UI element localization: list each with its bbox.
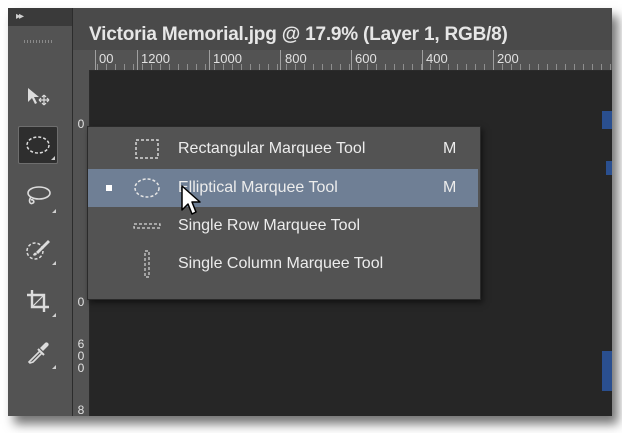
collapse-panel-icon[interactable]: ▸▸ bbox=[16, 8, 24, 26]
ruler-label: 00 bbox=[99, 51, 114, 66]
tool-crop[interactable] bbox=[18, 282, 58, 320]
single-row-marquee-icon bbox=[133, 223, 161, 229]
tool-lasso[interactable] bbox=[18, 178, 58, 216]
horizontal-ruler[interactable]: 00 1200 1000 800 600 400 200 bbox=[89, 50, 612, 71]
mouse-pointer-icon bbox=[181, 185, 201, 215]
menu-item-label: Rectangular Marquee Tool bbox=[178, 140, 366, 157]
ruler-label: 1200 bbox=[141, 51, 170, 66]
ruler-origin[interactable] bbox=[73, 50, 90, 70]
ruler-label: 800 bbox=[285, 51, 307, 66]
menu-item-label: Single Column Marquee Tool bbox=[178, 255, 384, 272]
image-edge bbox=[602, 351, 612, 391]
document-title: Victoria Memorial.jpg @ 17.9% (Layer 1, … bbox=[89, 24, 508, 45]
ruler-label: 1000 bbox=[213, 51, 242, 66]
menu-item-elliptical-marquee[interactable]: Elliptical Marquee Tool M bbox=[88, 169, 478, 207]
crop-icon bbox=[27, 290, 49, 312]
ruler-label: 200 bbox=[497, 51, 519, 66]
ruler-label: 400 bbox=[426, 51, 448, 66]
document-tab[interactable]: Victoria Memorial.jpg @ 17.9% (Layer 1, … bbox=[73, 8, 612, 50]
flyout-indicator-icon bbox=[52, 261, 56, 265]
menu-item-shortcut: M bbox=[443, 140, 457, 157]
ruler-label: 8 bbox=[77, 403, 85, 416]
flyout-indicator-icon bbox=[52, 313, 56, 317]
menu-item-single-column-marquee[interactable]: Single Column Marquee Tool bbox=[88, 245, 478, 283]
photoshop-window: ▸▸ Victoria Memorial.jpg @ 17.9% (Layer … bbox=[8, 8, 612, 416]
panel-grip[interactable] bbox=[24, 40, 54, 43]
image-edge bbox=[606, 161, 612, 175]
menu-item-shortcut: M bbox=[443, 179, 457, 196]
move-icon bbox=[28, 88, 50, 106]
single-column-marquee-icon bbox=[144, 250, 150, 278]
eyedropper-icon bbox=[27, 342, 49, 364]
ruler-label: 600 bbox=[355, 51, 377, 66]
marquee-tools-flyout: Rectangular Marquee Tool M Elliptical Ma… bbox=[87, 126, 481, 300]
menu-item-label: Single Row Marquee Tool bbox=[178, 217, 361, 234]
rectangular-marquee-icon bbox=[135, 139, 159, 159]
tool-eyedropper[interactable] bbox=[18, 334, 58, 372]
flyout-indicator-icon bbox=[51, 156, 55, 160]
image-edge bbox=[602, 111, 612, 129]
elliptical-marquee-icon bbox=[26, 136, 50, 154]
flyout-indicator-icon bbox=[52, 209, 56, 213]
tools-panel: ▸▸ bbox=[8, 8, 73, 416]
current-tool-bullet-icon bbox=[106, 185, 112, 191]
tool-elliptical-marquee[interactable] bbox=[18, 126, 58, 164]
ruler-label: 0 bbox=[77, 295, 85, 309]
elliptical-marquee-icon bbox=[134, 178, 160, 198]
tool-move[interactable] bbox=[18, 78, 58, 116]
ruler-label: 0 bbox=[77, 117, 85, 131]
menu-item-rectangular-marquee[interactable]: Rectangular Marquee Tool M bbox=[88, 130, 478, 168]
lasso-icon bbox=[27, 186, 51, 205]
quick-selection-icon bbox=[26, 240, 50, 260]
tool-quick-selection[interactable] bbox=[18, 230, 58, 268]
ruler-label: 6 0 0 bbox=[77, 337, 85, 375]
flyout-indicator-icon bbox=[52, 365, 56, 369]
tools-panel-header[interactable]: ▸▸ bbox=[8, 8, 72, 26]
menu-item-single-row-marquee[interactable]: Single Row Marquee Tool bbox=[88, 207, 478, 245]
